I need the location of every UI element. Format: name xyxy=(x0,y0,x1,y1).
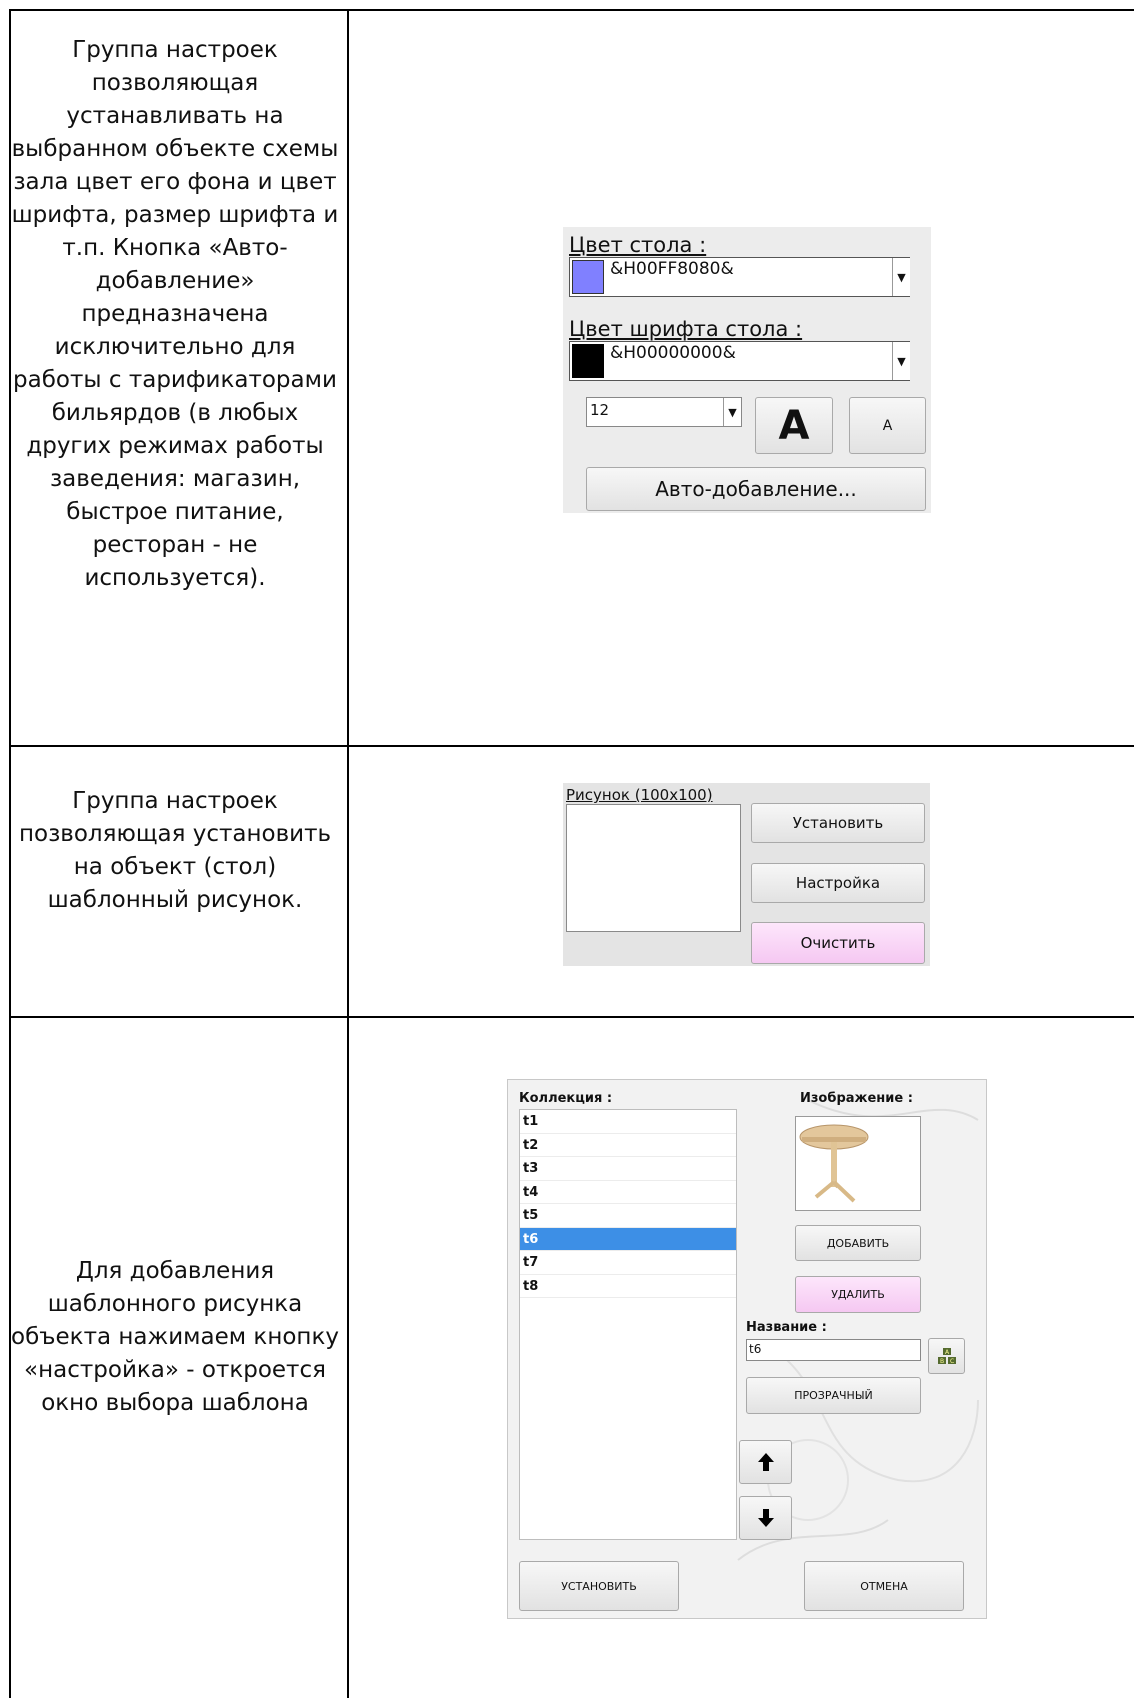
font-size-value: 12 xyxy=(590,401,610,419)
auto-add-label: Авто-добавление... xyxy=(655,477,857,501)
picture-preview xyxy=(566,804,741,932)
collection-list-item[interactable]: t4 xyxy=(520,1181,736,1204)
svg-text:B: B xyxy=(940,1358,944,1365)
row2-description: Группа настроек позволяющая установить н… xyxy=(18,788,332,913)
collection-list-item[interactable]: t7 xyxy=(520,1251,736,1275)
chevron-down-icon[interactable]: ▼ xyxy=(892,342,910,380)
arrow-up-icon xyxy=(757,1453,774,1471)
font-color-label: Цвет шрифта стола : xyxy=(569,317,803,341)
name-value: t6 xyxy=(749,1342,762,1356)
collection-list-item[interactable]: t1 xyxy=(520,1110,736,1134)
transparent-label: ПРОЗРАЧНЫЙ xyxy=(794,1389,873,1402)
arrow-down-icon xyxy=(757,1509,774,1527)
abc-keyboard-button[interactable]: A B C xyxy=(928,1338,965,1374)
collection-list-item[interactable]: t6 xyxy=(520,1227,736,1251)
collection-list-item[interactable]: t2 xyxy=(520,1134,736,1157)
cancel-button[interactable]: ОТМЕНА xyxy=(804,1561,964,1611)
table-column-divider xyxy=(347,9,349,1698)
table-color-label: Цвет стола : xyxy=(569,233,707,257)
picture-settings-button[interactable]: Настройка xyxy=(751,863,925,903)
transparent-button[interactable]: ПРОЗРАЧНЫЙ xyxy=(746,1377,921,1414)
bigger-font-label: A xyxy=(778,402,810,449)
table-row-divider-2 xyxy=(9,1016,1134,1018)
table-row-divider-1 xyxy=(9,745,1134,747)
cancel-label: ОТМЕНА xyxy=(860,1579,908,1593)
auto-add-button[interactable]: Авто-добавление... xyxy=(586,467,926,511)
table-border-top xyxy=(9,9,1134,11)
font-color-dropdown[interactable]: &H00000000& ▼ xyxy=(569,341,910,381)
font-color-value: &H00000000& xyxy=(610,343,736,363)
name-field[interactable]: t6 xyxy=(746,1339,921,1361)
template-image-preview xyxy=(795,1116,921,1211)
table-color-swatch xyxy=(572,260,604,294)
round-table-image xyxy=(799,1124,869,1203)
clear-picture-button[interactable]: Очистить xyxy=(751,922,925,964)
image-label: Изображение : xyxy=(800,1091,913,1106)
picture-settings-panel: Рисунок (100x100) Установить Настройка О… xyxy=(563,783,930,966)
delete-image-label: УДАЛИТЬ xyxy=(831,1288,885,1301)
picture-settings-label: Настройка xyxy=(795,874,881,892)
table-color-dropdown[interactable]: &H00FF8080& ▼ xyxy=(569,257,910,297)
move-up-button[interactable] xyxy=(739,1440,792,1484)
set-template-label: УСТАНОВИТЬ xyxy=(561,1579,637,1593)
set-template-button[interactable]: УСТАНОВИТЬ xyxy=(519,1561,679,1611)
row3-description: Для добавления шаблонного рисунка объект… xyxy=(11,1258,339,1416)
delete-image-button[interactable]: УДАЛИТЬ xyxy=(795,1276,921,1313)
collection-list-item[interactable]: t8 xyxy=(520,1275,736,1298)
add-image-button[interactable]: ДОБАВИТЬ xyxy=(795,1225,921,1261)
picture-label: Рисунок (100x100) xyxy=(566,786,713,804)
chevron-down-icon[interactable]: ▼ xyxy=(892,258,910,296)
name-label: Название : xyxy=(746,1320,827,1335)
abc-keyboard-icon: A B C xyxy=(937,1348,956,1365)
clear-picture-label: Очистить xyxy=(800,934,876,952)
smaller-font-label: A xyxy=(882,417,893,434)
font-size-select[interactable]: 12 ▼ xyxy=(586,397,742,427)
collection-list-item[interactable]: t3 xyxy=(520,1157,736,1181)
move-down-button[interactable] xyxy=(739,1496,792,1540)
collection-label: Коллекция : xyxy=(519,1091,613,1106)
smaller-font-button[interactable]: A xyxy=(849,397,926,454)
font-color-swatch xyxy=(572,344,604,378)
table-color-settings-panel: Цвет стола : &H00FF8080& ▼ Цвет шрифта с… xyxy=(563,227,931,513)
add-image-label: ДОБАВИТЬ xyxy=(826,1236,890,1250)
template-selection-window: Коллекция : t1 t2 t3 t4 t5 t6 t7 t8 Изображение… xyxy=(507,1079,987,1619)
set-picture-button[interactable]: Установить xyxy=(751,803,925,843)
collection-list[interactable]: t1 t2 t3 t4 t5 t6 t7 t8 xyxy=(519,1109,737,1540)
svg-text:C: C xyxy=(950,1358,954,1365)
table-color-value: &H00FF8080& xyxy=(610,259,734,279)
collection-list-item[interactable]: t5 xyxy=(520,1204,736,1228)
bigger-font-button[interactable]: A xyxy=(755,397,833,454)
set-picture-label: Установить xyxy=(792,814,884,832)
chevron-down-icon[interactable]: ▼ xyxy=(723,398,741,426)
row1-description: Группа настроек позволяющая устанавливат… xyxy=(11,37,339,591)
